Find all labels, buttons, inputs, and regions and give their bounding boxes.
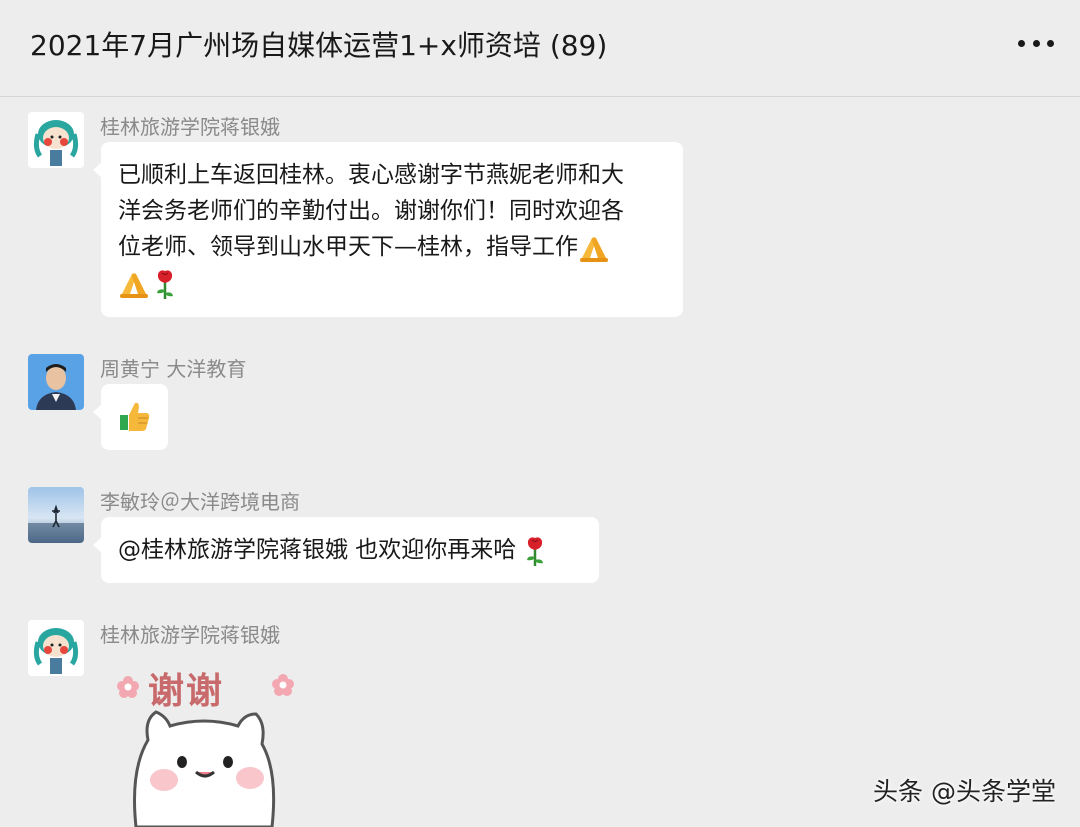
message-line-with-emoji: 位老师、领导到山水甲天下—桂林，指导工作 bbox=[118, 229, 667, 265]
emoji-line bbox=[118, 265, 667, 301]
sender-name: 李敏玲＠大洋跨境电商 bbox=[100, 490, 300, 514]
rose-icon bbox=[527, 536, 544, 566]
sender-name: 桂林旅游学院蒋银娥 bbox=[100, 115, 280, 139]
rose-icon bbox=[157, 269, 173, 299]
chat-title: 2021年7月广州场自媒体运营1+x师资培 (89) bbox=[30, 29, 608, 62]
flower-icon bbox=[272, 674, 294, 696]
avatar[interactable] bbox=[28, 620, 84, 676]
watermark: 头条 @头条学堂 bbox=[873, 777, 1056, 806]
avatar[interactable] bbox=[28, 112, 84, 168]
chat-header: 2021年7月广州场自媒体运营1+x师资培 (89) bbox=[0, 0, 1080, 97]
avatar[interactable] bbox=[28, 487, 84, 543]
folded-hands-icon bbox=[120, 272, 148, 298]
folded-hands-icon bbox=[580, 236, 608, 262]
thumbs-up-icon bbox=[119, 402, 149, 431]
message-text: @桂林旅游学院蒋银娥 也欢迎你再来哈 bbox=[118, 537, 517, 563]
flower-icon bbox=[117, 676, 139, 698]
sender-name: 周黄宁 大洋教育 bbox=[100, 357, 247, 381]
message-line: 洋会务老师们的辛勤付出。谢谢你们！同时欢迎各 bbox=[118, 198, 624, 224]
avatar[interactable] bbox=[28, 354, 84, 410]
message-line: 位老师、领导到山水甲天下—桂林，指导工作 bbox=[118, 234, 578, 260]
message-line: 已顺利上车返回桂林。衷心感谢字节燕妮老师和大 bbox=[118, 162, 624, 188]
more-options-icon[interactable] bbox=[1018, 30, 1054, 56]
sender-name: 桂林旅游学院蒋银娥 bbox=[100, 623, 280, 647]
message-bubble[interactable] bbox=[93, 384, 168, 450]
message-bubble[interactable]: 已顺利上车返回桂林。衷心感谢字节燕妮老师和大 洋会务老师们的辛勤付出。谢谢你们！… bbox=[93, 142, 683, 317]
cat-thank-you-sticker[interactable]: 谢谢 bbox=[108, 660, 308, 827]
sticker-text: 谢谢 bbox=[148, 671, 225, 712]
message-bubble[interactable]: @桂林旅游学院蒋银娥 也欢迎你再来哈 bbox=[93, 517, 599, 583]
